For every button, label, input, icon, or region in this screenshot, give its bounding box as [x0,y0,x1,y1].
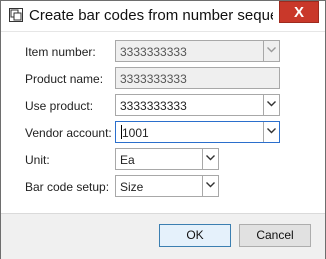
form-area: Item number: 3333333333 Product name: 33… [1,32,325,212]
chevron-down-icon [267,47,276,53]
vendor-account-dropdown[interactable] [263,122,279,142]
vendor-account-label: Vendor account: [25,126,112,140]
unit-label: Unit: [25,153,50,167]
app-window-icon [9,8,23,22]
item-number-dropdown[interactable] [263,41,279,61]
vendor-account-field[interactable]: 1001 [115,121,280,143]
title-bar[interactable]: Create bar codes from number seque... X [1,1,325,32]
window-title: Create bar codes from number seque... [29,7,273,24]
item-number-label: Item number: [25,45,96,59]
bar-code-setup-field[interactable]: Size [115,175,219,197]
dialog-window: Create bar codes from number seque... X … [0,0,326,259]
product-name-value: 3333333333 [120,72,187,86]
use-product-value: 3333333333 [120,99,187,113]
bar-code-setup-label: Bar code setup: [25,180,110,194]
close-button[interactable]: X [279,1,319,23]
use-product-field[interactable]: 3333333333 [115,94,280,116]
ok-button[interactable]: OK [159,224,231,247]
bar-code-setup-dropdown[interactable] [202,176,218,196]
item-number-row: Item number: 3333333333 [1,40,325,64]
chevron-down-icon [206,182,215,188]
chevron-down-icon [267,101,276,107]
product-name-field: 3333333333 [115,67,280,89]
text-caret [121,125,122,139]
use-product-label: Use product: [25,99,94,113]
item-number-field[interactable]: 3333333333 [115,40,280,62]
vendor-account-row: Vendor account: 1001 [1,121,325,145]
cancel-button[interactable]: Cancel [239,224,311,247]
product-name-row: Product name: 3333333333 [1,67,325,91]
unit-value: Ea [120,153,135,167]
chevron-down-icon [206,155,215,161]
product-name-label: Product name: [25,72,104,86]
chevron-down-icon [267,128,276,134]
vendor-account-value: 1001 [122,126,149,140]
unit-field[interactable]: Ea [115,148,219,170]
bar-code-setup-value: Size [120,180,144,194]
bar-code-setup-row: Bar code setup: Size [1,175,325,199]
unit-row: Unit: Ea [1,148,325,172]
dialog-footer: OK Cancel [1,213,325,259]
item-number-value: 3333333333 [120,45,187,59]
use-product-dropdown[interactable] [263,95,279,115]
unit-dropdown[interactable] [202,149,218,169]
close-icon: X [293,4,304,21]
use-product-row: Use product: 3333333333 [1,94,325,118]
